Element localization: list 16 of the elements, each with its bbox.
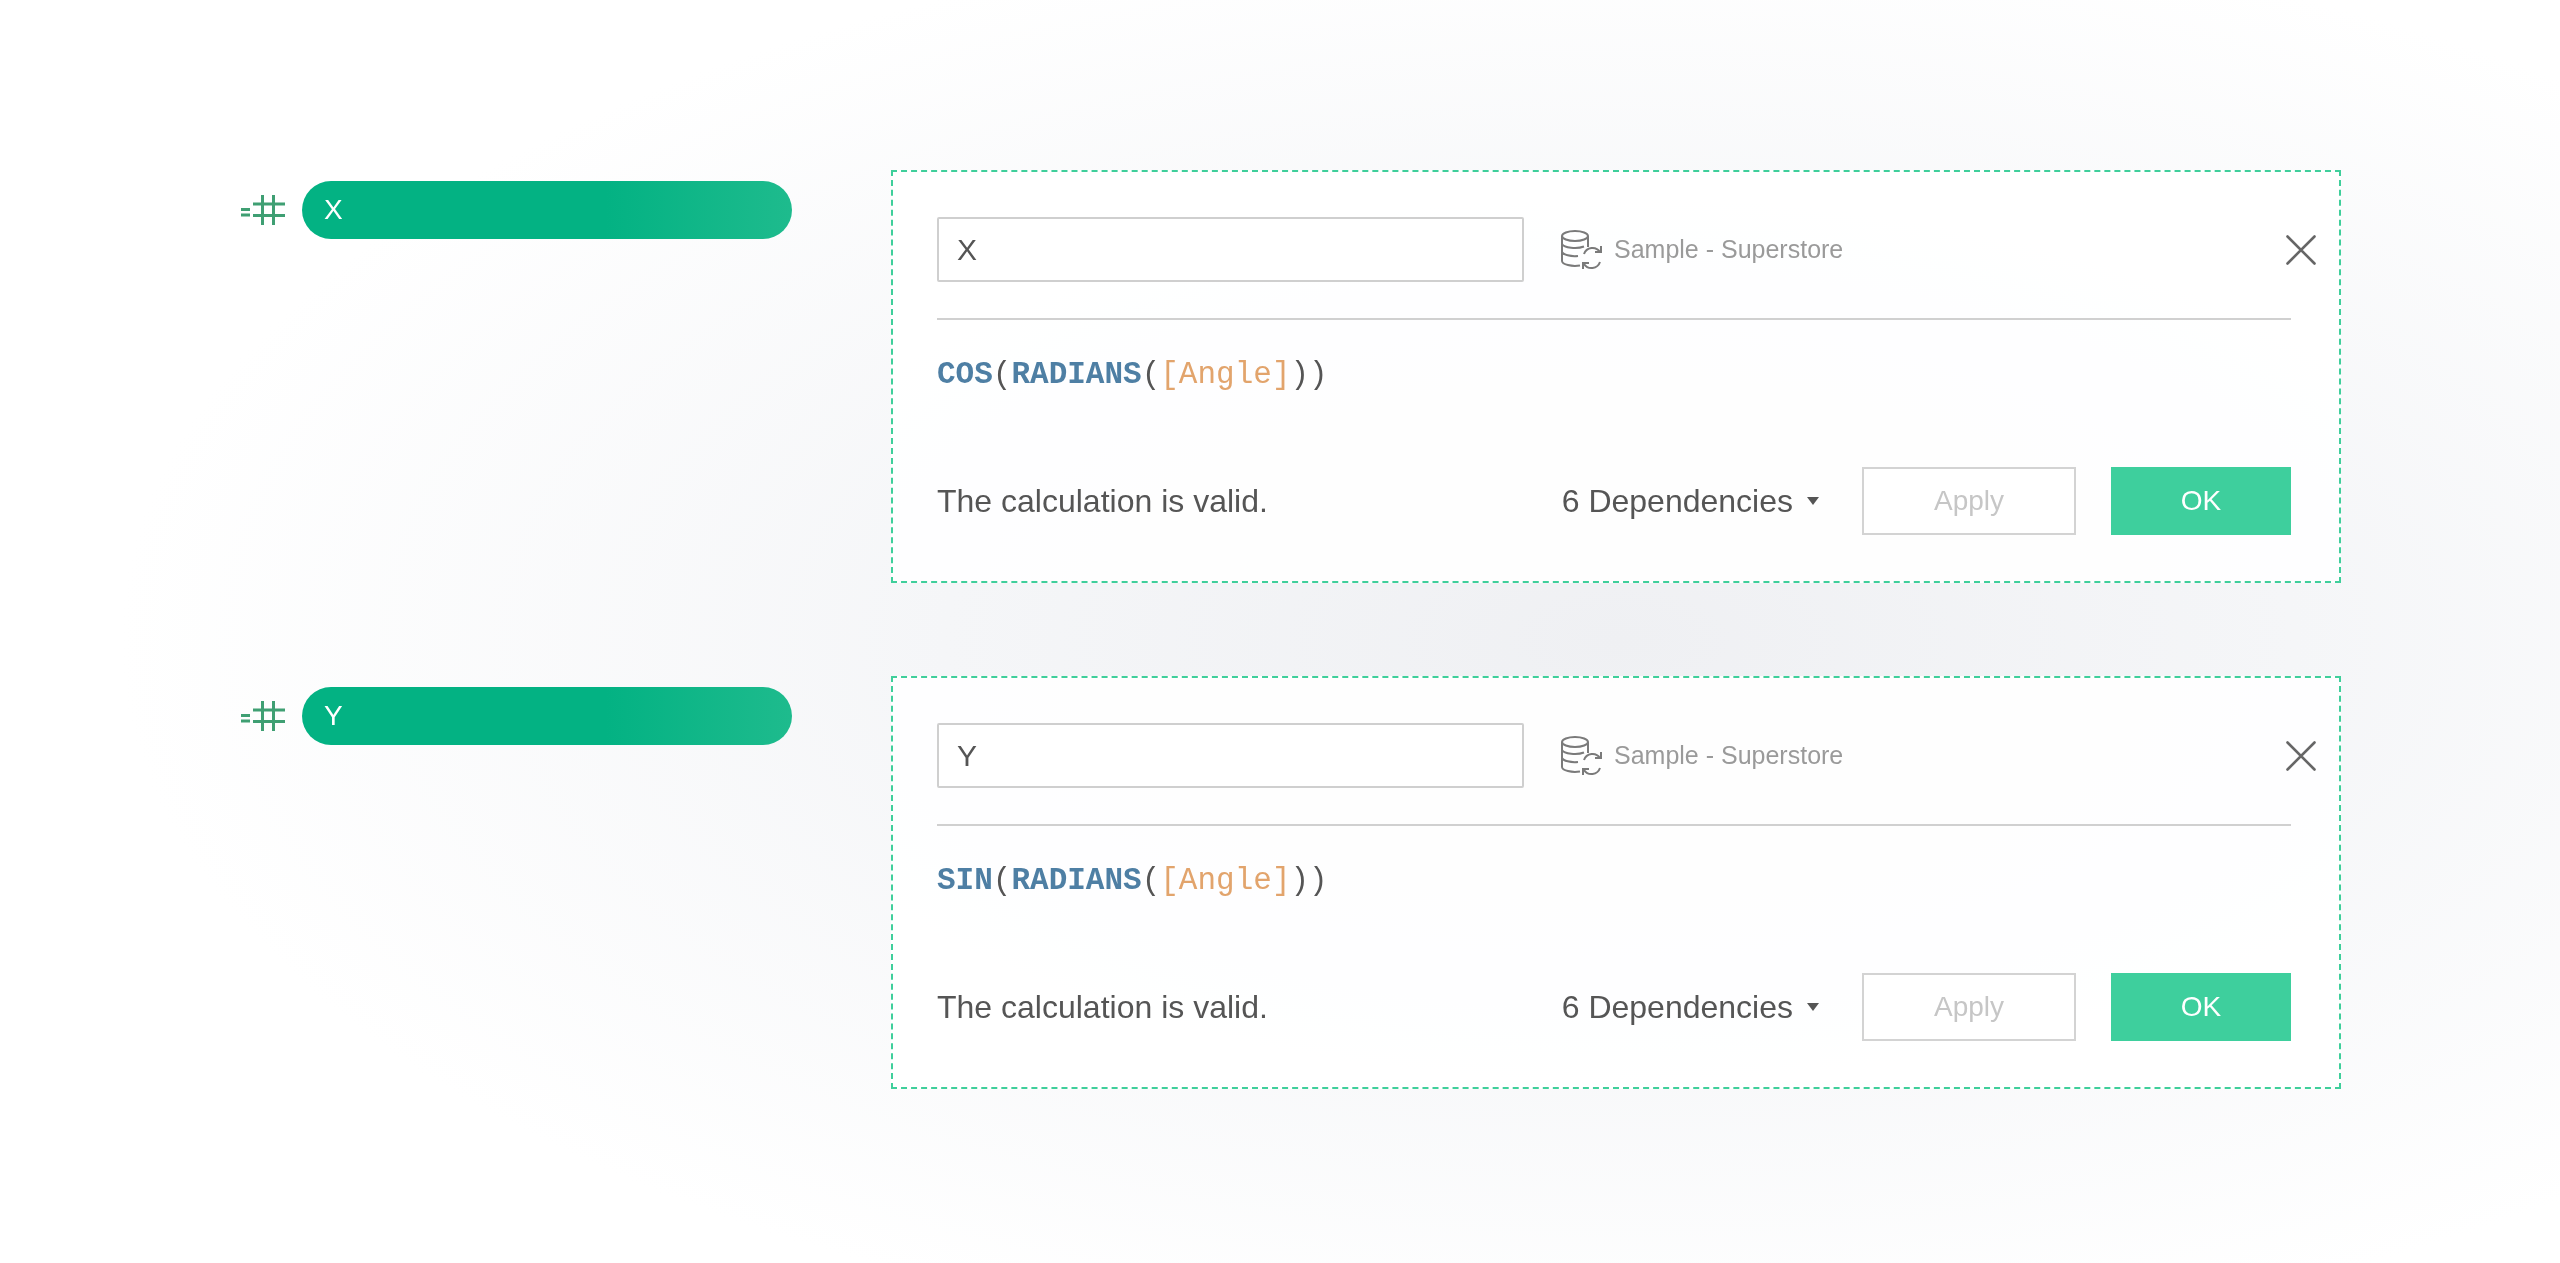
caret-icon <box>1807 497 1819 505</box>
formula-text[interactable]: SIN(RADIANS([Angle])) <box>937 862 1328 899</box>
formula-text[interactable]: COS(RADIANS([Angle])) <box>937 356 1328 393</box>
caret-icon <box>1807 1003 1819 1011</box>
equals-hash-icon <box>241 195 285 225</box>
name-field[interactable]: X <box>937 217 1524 282</box>
dependencies-dropdown[interactable]: 6 Dependencies <box>1561 482 1819 520</box>
name-field[interactable]: Y <box>937 723 1524 788</box>
close-icon[interactable] <box>2286 234 2316 265</box>
dependencies-dropdown[interactable]: 6 Dependencies <box>1561 988 1819 1026</box>
status-text: The calculation is valid. <box>937 988 1269 1026</box>
datasource-label: Sample - Superstore <box>1614 741 1844 770</box>
status-text: The calculation is valid. <box>937 482 1269 520</box>
equals-hash-icon <box>241 701 285 731</box>
close-icon[interactable] <box>2286 740 2316 771</box>
datasource-label: Sample - Superstore <box>1614 235 1844 264</box>
